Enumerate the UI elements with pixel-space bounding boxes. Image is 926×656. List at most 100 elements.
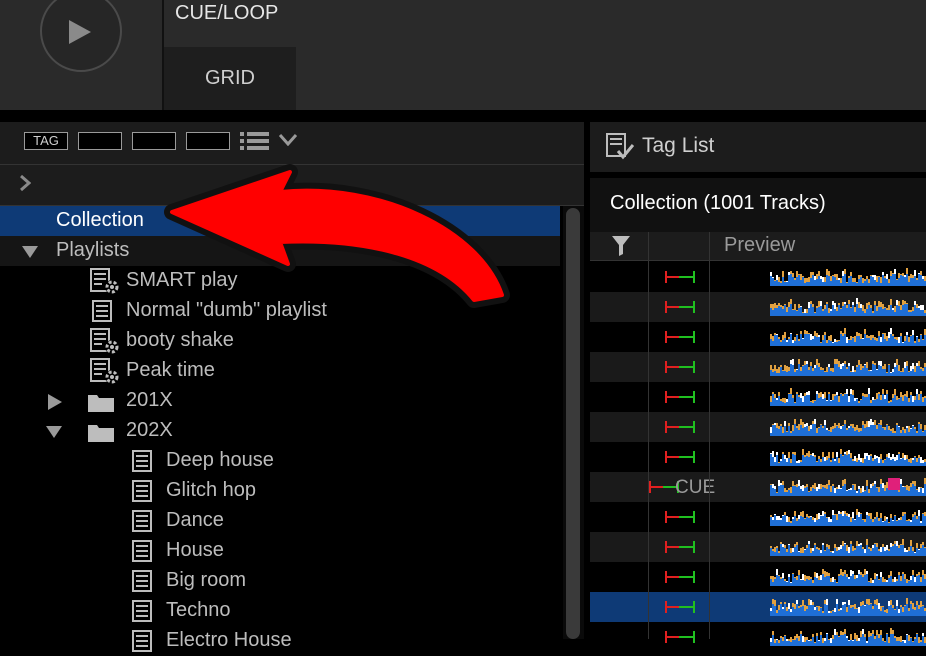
tree-item-label: 201X: [126, 389, 173, 411]
tree-item-techno[interactable]: Techno: [0, 596, 560, 626]
playlist-icon: [132, 510, 152, 532]
tree-item-label: Glitch hop: [166, 479, 257, 501]
folder-icon: [88, 425, 114, 442]
column-divider: [648, 232, 649, 639]
deck-panel: [0, 0, 926, 110]
tree-item-label: Collection: [56, 209, 144, 231]
smart-playlist-icon: [90, 268, 119, 294]
waveform-preview: [770, 328, 926, 346]
toolbar-slot-3[interactable]: [186, 132, 230, 150]
playlist-icon: [132, 540, 152, 562]
tree-item-house[interactable]: House: [0, 536, 560, 566]
tag-button[interactable]: TAG: [24, 132, 68, 150]
tree-item-label: Peak time: [126, 359, 215, 381]
column-divider: [709, 232, 710, 639]
cue-marker-icon: [665, 571, 695, 583]
cue-marker-icon: [665, 541, 695, 553]
tree-item-folder-201x[interactable]: 201X: [0, 386, 560, 416]
chevron-down-icon[interactable]: [279, 134, 297, 146]
waveform-preview: [770, 598, 926, 616]
tree-item-label: Techno: [166, 599, 231, 621]
tree-item-glitch-hop[interactable]: Glitch hop: [0, 476, 560, 506]
cue-marker-icon: [665, 301, 695, 313]
waveform-preview: [770, 388, 926, 406]
smart-playlist-icon: [90, 358, 119, 384]
track-row[interactable]: [590, 442, 926, 472]
track-row[interactable]: [590, 322, 926, 352]
track-row[interactable]: [590, 412, 926, 442]
playlist-icon: [92, 300, 112, 322]
folder-icon: [88, 395, 114, 412]
cue-marker-icon: [665, 631, 695, 643]
play-icon: [69, 20, 91, 44]
playlist-icon: [132, 600, 152, 622]
cue-marker-icon: [665, 601, 695, 613]
track-row[interactable]: [590, 352, 926, 382]
annotation-arrow: [164, 164, 510, 308]
tag-list-header: [590, 122, 926, 172]
toolbar-slot-1[interactable]: [78, 132, 122, 150]
tree-item-peak-time[interactable]: Peak time: [0, 356, 560, 386]
preview-column-header[interactable]: Preview: [724, 234, 795, 257]
smart-playlist-icon: [90, 328, 119, 354]
track-row[interactable]: [590, 532, 926, 562]
cue-marker-icon: [665, 451, 695, 463]
cue-marker-icon: [665, 511, 695, 523]
waveform-preview: [770, 419, 926, 436]
waveform-preview: [770, 539, 926, 556]
track-row[interactable]: [590, 382, 926, 412]
waveform-preview: [770, 628, 926, 646]
track-row[interactable]: [590, 292, 926, 322]
waveform-preview: [770, 298, 926, 316]
track-row[interactable]: CUE: [590, 472, 926, 502]
list-icon[interactable]: [240, 131, 270, 151]
cue-loop-tab[interactable]: CUE/LOOP: [175, 2, 278, 25]
triangle-down-icon[interactable]: [22, 246, 38, 258]
panel-gap: [0, 110, 926, 122]
triangle-down-icon[interactable]: [46, 426, 62, 438]
playlist-icon: [132, 570, 152, 592]
tree-item-dance[interactable]: Dance: [0, 506, 560, 536]
tree-item-booty-shake[interactable]: booty shake: [0, 326, 560, 356]
tree-item-electro-house[interactable]: Electro House: [0, 626, 560, 656]
grid-tab-label: GRID: [205, 67, 255, 89]
waveform-preview: [770, 268, 926, 286]
playlist-icon: [132, 450, 152, 472]
tree-item-label: Playlists: [56, 239, 130, 261]
cue-marker-icon: [665, 421, 695, 433]
track-row[interactable]: [590, 502, 926, 532]
collection-title: Collection (1001 Tracks): [610, 192, 826, 214]
tag-list-icon[interactable]: [606, 133, 634, 161]
waveform-preview: [770, 569, 926, 586]
tree-item-label: House: [166, 539, 224, 561]
tree-item-label: Electro House: [166, 629, 292, 651]
track-row[interactable]: [590, 592, 926, 622]
waveform-preview: [770, 509, 926, 526]
playlist-icon: [132, 630, 152, 652]
tree-item-label: booty shake: [126, 329, 234, 351]
tree-item-deep-house[interactable]: Deep house: [0, 446, 560, 476]
tree-scrollbar-thumb[interactable]: [566, 208, 580, 639]
waveform-preview: [770, 449, 926, 466]
grid-tab[interactable]: GRID: [164, 47, 296, 110]
chevron-right-icon[interactable]: [19, 174, 31, 192]
toolbar-slot-2[interactable]: [132, 132, 176, 150]
cue-marker-icon: [665, 391, 695, 403]
tree-item-label: 202X: [126, 419, 173, 441]
playlist-icon: [132, 480, 152, 502]
triangle-right-icon[interactable]: [48, 394, 62, 410]
tree-item-label: Big room: [166, 569, 247, 591]
cue-marker-icon: [665, 331, 695, 343]
track-row[interactable]: [590, 622, 926, 652]
tree-item-label: Deep house: [166, 449, 274, 471]
tag-list-title[interactable]: Tag List: [642, 134, 714, 158]
waveform-preview: [770, 478, 926, 496]
waveform-preview: [770, 359, 926, 376]
tree-item-label: Dance: [166, 509, 224, 531]
tree-item-big-room[interactable]: Big room: [0, 566, 560, 596]
track-row[interactable]: [590, 562, 926, 592]
track-row[interactable]: [590, 262, 926, 292]
filter-icon[interactable]: [612, 236, 630, 256]
cue-marker-icon: [665, 361, 695, 373]
tree-item-folder-202x[interactable]: 202X: [0, 416, 560, 446]
